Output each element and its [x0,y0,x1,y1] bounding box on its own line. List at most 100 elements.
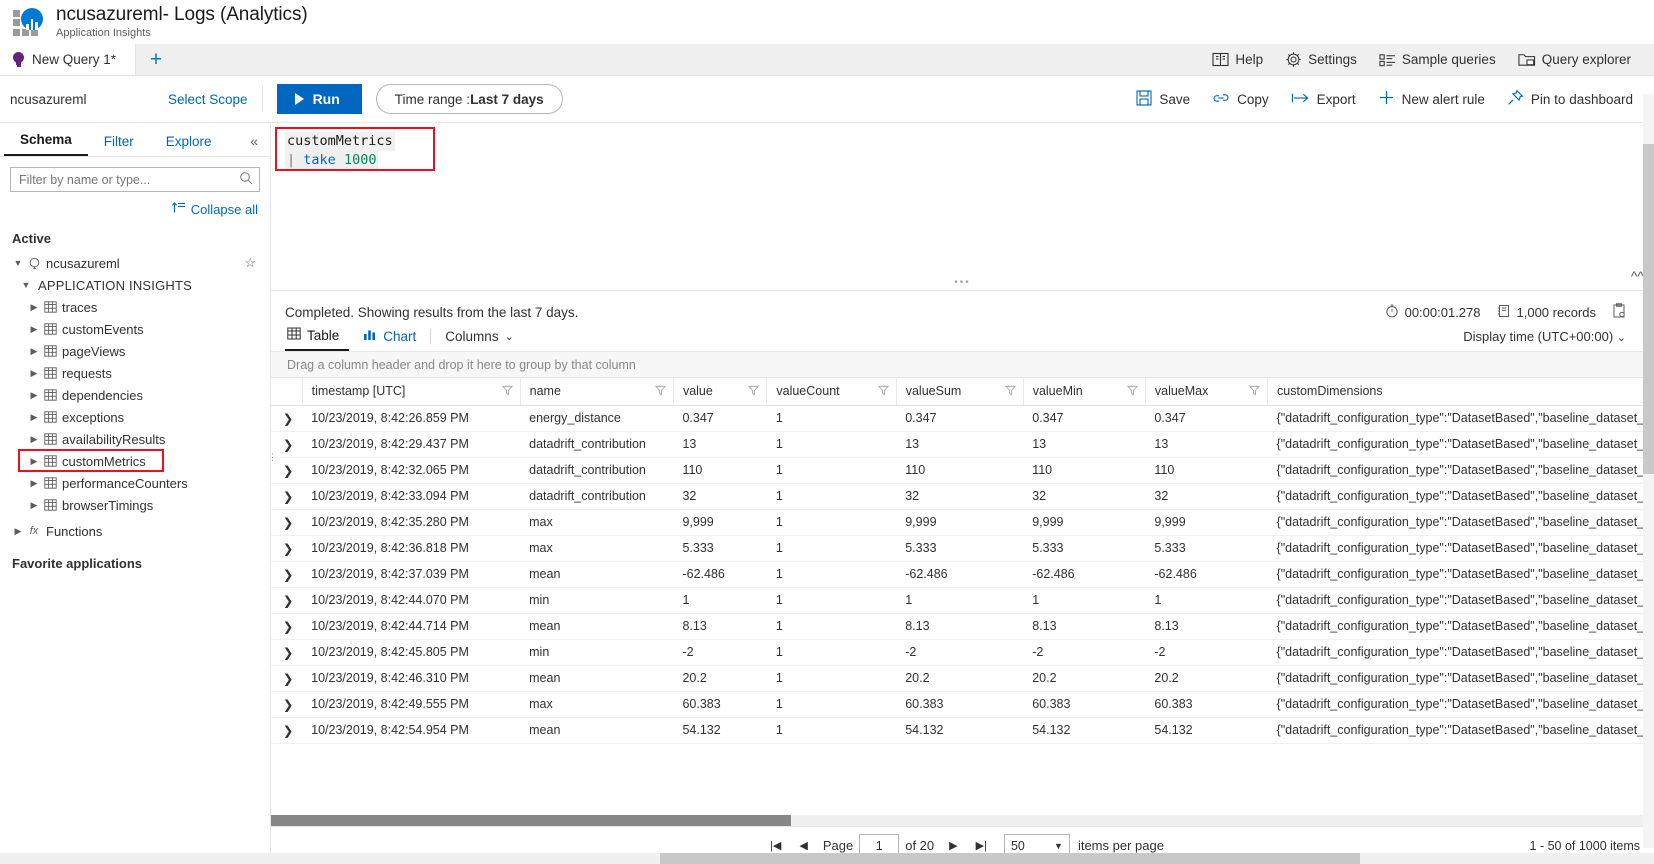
caret-right-icon[interactable]: ▶ [26,434,42,445]
editor-resize-handle[interactable]: ••• [954,277,971,288]
new-alert-rule-button[interactable]: New alert rule [1367,83,1496,115]
save-button[interactable]: Save [1125,83,1201,115]
page-vertical-scrollbar[interactable] [1643,94,1654,848]
star-icon[interactable]: ☆ [244,255,256,271]
caret-right-icon[interactable]: ▶ [26,500,42,511]
schema-table-performanceCounters[interactable]: ▶performanceCounters [0,472,270,494]
table-row[interactable]: ❯10/23/2019, 8:42:37.039 PMmean-62.4861-… [271,561,1654,587]
schema-filter-box[interactable] [10,167,260,192]
collapse-all-button[interactable]: Collapse all [0,192,270,217]
row-expand-button[interactable]: ❯ [271,665,302,691]
column-header-name[interactable]: name [520,378,673,405]
row-expand-button[interactable]: ❯ [271,509,302,535]
scrollbar-thumb[interactable] [271,815,791,826]
help-button[interactable]: Help [1201,44,1274,75]
filter-icon[interactable] [878,385,889,399]
sample-queries-button[interactable]: Sample queries [1368,44,1507,75]
table-row[interactable]: ❯10/23/2019, 8:42:36.818 PMmax5.33315.33… [271,535,1654,561]
table-row[interactable]: ❯10/23/2019, 8:42:35.280 PMmax9,99919,99… [271,509,1654,535]
table-row[interactable]: ❯10/23/2019, 8:42:29.437 PMdatadrift_con… [271,431,1654,457]
group-by-dropzone[interactable]: Drag a column header and drop it here to… [271,352,1654,378]
schema-table-exceptions[interactable]: ▶exceptions [0,406,270,428]
tree-node-workspace[interactable]: ▼ ncusazureml ☆ [0,252,270,274]
previous-page-button[interactable]: ◀ [790,839,816,852]
tree-node-group-application-insights[interactable]: ▼ APPLICATION INSIGHTS [0,274,270,296]
caret-right-icon[interactable]: ▶ [26,412,42,423]
copy-button[interactable]: Copy [1201,83,1280,115]
column-header-valuecount[interactable]: valueCount [767,378,896,405]
table-row[interactable]: ❯10/23/2019, 8:42:44.070 PMmin11111{"dat… [271,587,1654,613]
schema-table-traces[interactable]: ▶traces [0,296,270,318]
filter-input[interactable] [19,173,239,187]
schema-table-customMetrics[interactable]: ▶customMetrics [0,450,270,472]
schema-table-dependencies[interactable]: ▶dependencies [0,384,270,406]
row-expand-button[interactable]: ❯ [271,587,302,613]
schema-table-pageViews[interactable]: ▶pageViews [0,340,270,362]
tab-table[interactable]: Table [285,327,349,351]
columns-dropdown[interactable]: Columns ⌄ [443,329,524,350]
row-expand-button[interactable]: ❯ [271,691,302,717]
pin-to-dashboard-button[interactable]: Pin to dashboard [1496,83,1644,115]
filter-icon[interactable] [1005,385,1016,399]
column-header-valuemin[interactable]: valueMin [1023,378,1145,405]
schema-table-browserTimings[interactable]: ▶browserTimings [0,494,270,516]
row-expand-button[interactable]: ❯ [271,613,302,639]
page-horizontal-scrollbar[interactable] [0,853,1654,864]
copy-results-button[interactable] [1612,303,1626,321]
tab-explore[interactable]: Explore [150,134,228,156]
tab-filter[interactable]: Filter [88,134,150,156]
table-row[interactable]: ❯10/23/2019, 8:42:45.805 PMmin-21-2-2-2{… [271,639,1654,665]
query-explorer-button[interactable]: Query explorer [1507,44,1642,75]
table-row[interactable]: ❯10/23/2019, 8:42:46.310 PMmean20.2120.2… [271,665,1654,691]
column-header-customdimensions[interactable]: customDimensions [1268,378,1654,405]
row-expand-button[interactable]: ❯ [271,483,302,509]
tree-node-functions[interactable]: ▶ fx Functions [0,520,270,542]
caret-right-icon[interactable]: ▶ [26,324,42,335]
caret-right-icon[interactable]: ▶ [10,526,26,537]
tab-chart[interactable]: Chart [361,328,426,350]
tab-new-query-1[interactable]: New Query 1* [0,44,136,75]
column-header-value[interactable]: value [673,378,766,405]
row-expand-button[interactable]: ❯ [271,717,302,743]
table-row[interactable]: ❯10/23/2019, 8:42:32.065 PMdatadrift_con… [271,457,1654,483]
table-row[interactable]: ❯10/23/2019, 8:42:54.954 PMmean54.132154… [271,717,1654,743]
schema-table-customEvents[interactable]: ▶customEvents [0,318,270,340]
grid-scroll-area[interactable]: timestamp [UTC]namevaluevalueCountvalueS… [271,378,1654,815]
caret-right-icon[interactable]: ▶ [26,346,42,357]
add-query-tab-button[interactable]: + [136,44,176,75]
caret-right-icon[interactable]: ▶ [26,368,42,379]
row-expand-button[interactable]: ❯ [271,405,302,431]
table-row[interactable]: ❯10/23/2019, 8:42:33.094 PMdatadrift_con… [271,483,1654,509]
scrollbar-thumb[interactable] [660,853,1360,864]
row-expand-button[interactable]: ❯ [271,535,302,561]
column-header-timestamp-utc-[interactable]: timestamp [UTC] [302,378,520,405]
filter-icon[interactable] [502,385,513,399]
run-button[interactable]: Run [277,84,362,114]
row-expand-button[interactable]: ❯ [271,639,302,665]
caret-right-icon[interactable]: ▶ [26,478,42,489]
scrollbar-thumb[interactable] [1643,144,1654,474]
column-header-valuemax[interactable]: valueMax [1145,378,1267,405]
first-page-button[interactable]: |◀ [761,839,790,852]
caret-right-icon[interactable]: ▶ [26,390,42,401]
filter-icon[interactable] [1249,385,1260,399]
table-row[interactable]: ❯10/23/2019, 8:42:44.714 PMmean8.1318.13… [271,613,1654,639]
filter-icon[interactable] [1127,385,1138,399]
pane-splitter-handle[interactable]: ⋮ [268,455,277,459]
query-editor[interactable]: customMetrics | take 1000 ••• ^^ [271,123,1654,291]
column-header-valuesum[interactable]: valueSum [896,378,1023,405]
filter-icon[interactable] [748,385,759,399]
schema-table-availabilityResults[interactable]: ▶availabilityResults [0,428,270,450]
table-row[interactable]: ❯10/23/2019, 8:42:49.555 PMmax60.383160.… [271,691,1654,717]
display-time-dropdown[interactable]: Display time (UTC+00:00) ⌄ [1463,329,1640,350]
last-page-button[interactable]: ▶| [967,839,996,852]
caret-right-icon[interactable]: ▶ [26,456,42,467]
filter-icon[interactable] [655,385,666,399]
time-range-button[interactable]: Time range : Last 7 days [376,84,563,114]
settings-button[interactable]: Settings [1274,44,1368,75]
grid-horizontal-scrollbar[interactable] [271,815,1654,826]
export-button[interactable]: Export [1280,83,1367,115]
tab-schema[interactable]: Schema [4,132,88,156]
row-expand-button[interactable]: ❯ [271,561,302,587]
next-page-button[interactable]: ▶ [940,839,966,852]
